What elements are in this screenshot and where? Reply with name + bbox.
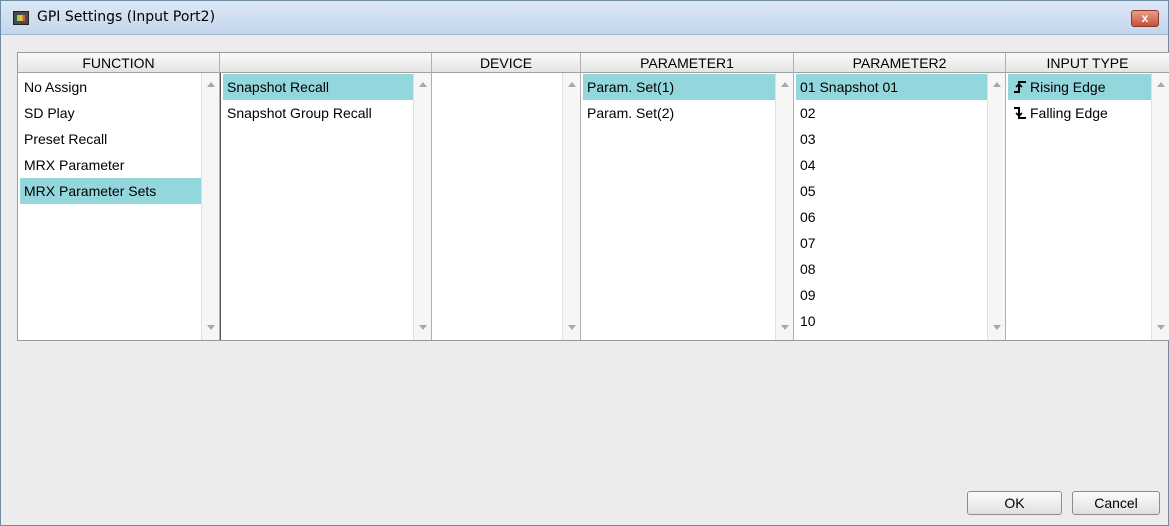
parameter1-list[interactable]: Param. Set(1) Param. Set(2) <box>581 73 794 340</box>
parameter2-item-10[interactable]: 10 <box>796 308 987 334</box>
scroll-down-icon[interactable] <box>207 325 215 330</box>
rising-edge-label: Rising Edge <box>1030 79 1106 95</box>
parameter2-item-05[interactable]: 05 <box>796 178 987 204</box>
subfunction-item-snapshot-group-recall[interactable]: Snapshot Group Recall <box>223 100 413 126</box>
ok-button[interactable]: OK <box>967 491 1062 515</box>
function-item-preset-recall[interactable]: Preset Recall <box>20 126 201 152</box>
scroll-up-icon[interactable] <box>781 82 789 87</box>
input-type-list[interactable]: Rising Edge Falling Edge <box>1006 73 1169 340</box>
header-parameter1: PARAMETER1 <box>581 53 794 73</box>
header-subfunction <box>220 53 432 73</box>
device-scrollbar[interactable] <box>562 73 580 340</box>
function-item-mrx-parameter[interactable]: MRX Parameter <box>20 152 201 178</box>
function-item-sd-play[interactable]: SD Play <box>20 100 201 126</box>
scroll-up-icon[interactable] <box>1157 82 1165 87</box>
parameter2-item-07[interactable]: 07 <box>796 230 987 256</box>
scroll-down-icon[interactable] <box>419 325 427 330</box>
header-input-type: INPUT TYPE <box>1006 53 1169 73</box>
gpi-settings-dialog: GPI Settings (Input Port2) x FUNCTION DE… <box>0 0 1169 526</box>
subfunction-item-snapshot-recall[interactable]: Snapshot Recall <box>223 74 413 100</box>
rising-edge-icon <box>1014 81 1026 93</box>
subfunction-scrollbar[interactable] <box>413 73 431 340</box>
parameter1-scrollbar[interactable] <box>775 73 793 340</box>
scroll-down-icon[interactable] <box>781 325 789 330</box>
parameter2-item-01[interactable]: 01 Snapshot 01 <box>796 74 987 100</box>
app-icon <box>13 11 29 25</box>
falling-edge-label: Falling Edge <box>1030 105 1108 121</box>
close-button[interactable]: x <box>1131 10 1159 27</box>
function-item-no-assign[interactable]: No Assign <box>20 74 201 100</box>
input-type-scrollbar[interactable] <box>1151 73 1169 340</box>
function-list[interactable]: No Assign SD Play Preset Recall MRX Para… <box>18 73 220 340</box>
input-type-item-falling-edge[interactable]: Falling Edge <box>1008 100 1151 126</box>
parameter1-item-param-set-2[interactable]: Param. Set(2) <box>583 100 775 126</box>
parameter2-item-04[interactable]: 04 <box>796 152 987 178</box>
subfunction-list[interactable]: Snapshot Recall Snapshot Group Recall <box>220 73 432 340</box>
window-title: GPI Settings (Input Port2) <box>37 9 216 25</box>
subfunction-items: Snapshot Recall Snapshot Group Recall <box>223 74 413 340</box>
input-type-item-rising-edge[interactable]: Rising Edge <box>1008 74 1151 100</box>
function-item-mrx-parameter-sets[interactable]: MRX Parameter Sets <box>20 178 201 204</box>
parameter2-scrollbar[interactable] <box>987 73 1005 340</box>
function-items: No Assign SD Play Preset Recall MRX Para… <box>20 74 201 340</box>
input-type-items: Rising Edge Falling Edge <box>1008 74 1151 340</box>
device-items <box>434 74 562 340</box>
header-parameter2: PARAMETER2 <box>794 53 1006 73</box>
title-bar[interactable]: GPI Settings (Input Port2) x <box>1 1 1168 35</box>
parameter1-items: Param. Set(1) Param. Set(2) <box>583 74 775 340</box>
parameter2-item-02[interactable]: 02 <box>796 100 987 126</box>
parameter2-items: 01 Snapshot 01 02 03 04 05 06 07 08 09 1… <box>796 74 987 340</box>
scroll-down-icon[interactable] <box>993 325 1001 330</box>
parameter2-item-06[interactable]: 06 <box>796 204 987 230</box>
scroll-down-icon[interactable] <box>568 325 576 330</box>
parameter1-item-param-set-1[interactable]: Param. Set(1) <box>583 74 775 100</box>
gpi-assignment-grid: FUNCTION DEVICE PARAMETER1 PARAMETER2 IN… <box>17 52 1169 341</box>
parameter2-item-03[interactable]: 03 <box>796 126 987 152</box>
cancel-button[interactable]: Cancel <box>1072 491 1160 515</box>
device-list[interactable] <box>432 73 581 340</box>
falling-edge-icon <box>1014 107 1026 119</box>
function-scrollbar[interactable] <box>201 73 219 340</box>
scroll-up-icon[interactable] <box>207 82 215 87</box>
parameter2-item-08[interactable]: 08 <box>796 256 987 282</box>
header-device: DEVICE <box>432 53 581 73</box>
parameter2-list[interactable]: 01 Snapshot 01 02 03 04 05 06 07 08 09 1… <box>794 73 1006 340</box>
scroll-down-icon[interactable] <box>1157 325 1165 330</box>
scroll-up-icon[interactable] <box>568 82 576 87</box>
header-function: FUNCTION <box>18 53 220 73</box>
parameter2-item-09[interactable]: 09 <box>796 282 987 308</box>
scroll-up-icon[interactable] <box>419 82 427 87</box>
scroll-up-icon[interactable] <box>993 82 1001 87</box>
